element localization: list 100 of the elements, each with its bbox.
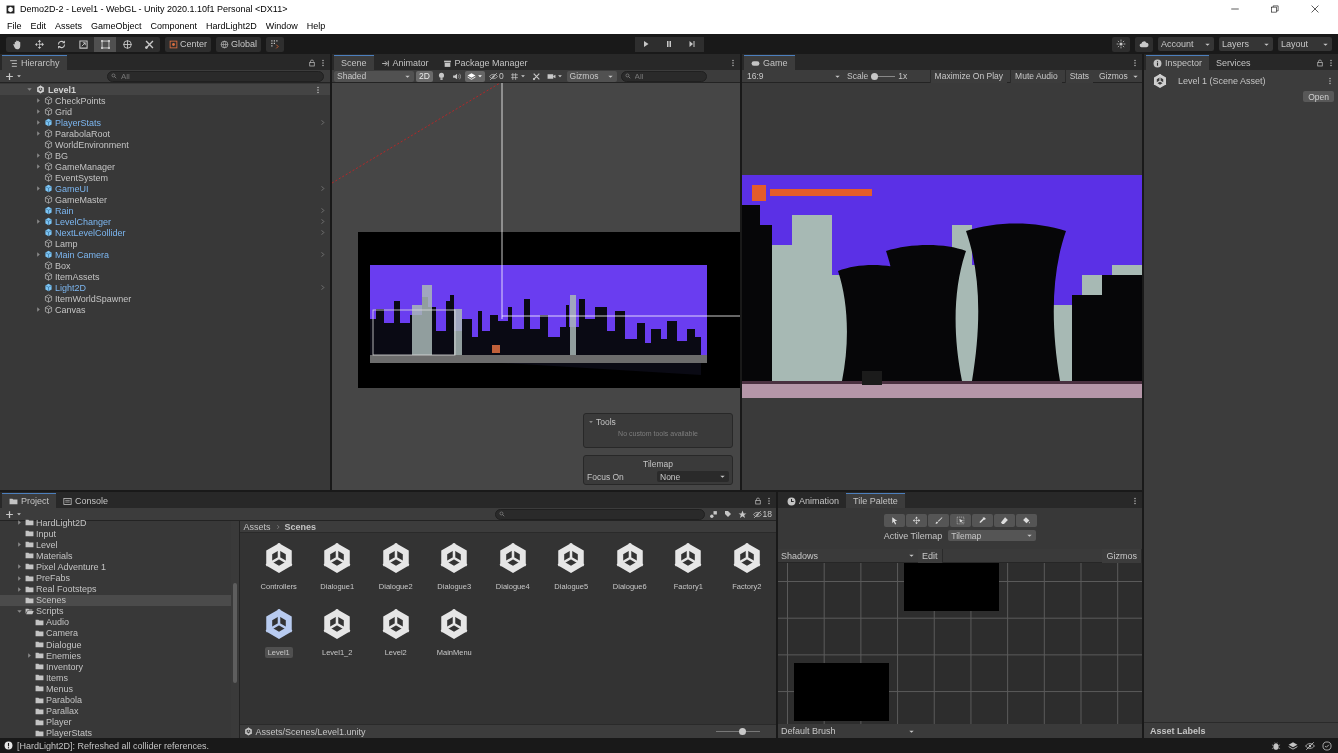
palette-tool-button[interactable] [993, 514, 1015, 527]
shading-dropdown[interactable]: Shaded [334, 70, 414, 82]
folder-item[interactable]: Enemies [10, 650, 231, 662]
search-field[interactable] [494, 508, 705, 520]
expand-arrow-icon[interactable] [35, 108, 42, 115]
folder-item[interactable]: Dialogue [10, 639, 231, 651]
aspect-dropdown[interactable]: 16:9 [744, 70, 844, 82]
focus-dropdown[interactable]: None [657, 471, 729, 482]
hierarchy-item[interactable]: LevelChanger [0, 216, 330, 227]
search-field[interactable]: All [107, 70, 324, 82]
menu-item[interactable]: Help [305, 21, 327, 31]
folder-item[interactable]: Camera [10, 627, 231, 640]
folder-item[interactable]: Materials [0, 550, 231, 562]
open-button[interactable]: Open [1303, 91, 1334, 102]
hierarchy-item[interactable]: Main Camera [0, 249, 330, 260]
palette-tool-button[interactable] [949, 514, 971, 527]
panel-tab[interactable]: Inspector [1146, 55, 1210, 70]
panel-tab[interactable]: Animation [780, 493, 847, 508]
panel-tab[interactable]: Scene [334, 55, 374, 70]
palette-tile[interactable] [904, 563, 999, 611]
expand-arrow-icon[interactable] [35, 97, 42, 104]
check-circle-icon[interactable] [1322, 740, 1332, 751]
close-icon[interactable] [1310, 4, 1320, 14]
size-slider[interactable] [716, 728, 760, 735]
folder-item[interactable]: Audio [10, 616, 231, 628]
folder-item[interactable]: Items [10, 672, 231, 684]
layers-icon[interactable] [1288, 740, 1298, 751]
expand-arrow-icon[interactable] [16, 607, 23, 615]
more-options-icon[interactable] [1131, 58, 1139, 67]
restore-icon[interactable] [1270, 4, 1280, 14]
search-field[interactable]: All [620, 70, 707, 82]
palette-tool-button[interactable] [905, 514, 927, 527]
layers-dropdown[interactable]: Layers [1219, 37, 1273, 51]
folder-item[interactable]: PlayerStats [10, 727, 231, 738]
lock-icon[interactable] [1316, 58, 1324, 67]
breadcrumb-link[interactable]: Assets [243, 521, 271, 532]
folder-item[interactable]: Input [0, 528, 231, 540]
more-options-icon[interactable] [314, 85, 322, 94]
palette-tool-button[interactable] [971, 514, 993, 527]
folder-item[interactable]: Inventory [10, 661, 231, 673]
hierarchy-item[interactable]: ItemAssets [0, 271, 330, 282]
snap-button[interactable] [266, 36, 285, 52]
hierarchy-item[interactable]: Box [0, 260, 330, 271]
panel-tab[interactable]: Tile Palette [846, 493, 905, 508]
hidden-packages-button[interactable]: 18 [750, 509, 774, 519]
folder-item[interactable]: Scripts [0, 605, 231, 617]
hierarchy-item[interactable]: EventSystem [0, 172, 330, 183]
panel-tab[interactable]: Hierarchy [2, 55, 67, 70]
more-options-icon[interactable] [1326, 77, 1334, 85]
folder-item[interactable]: Pixel Adventure 1 [0, 561, 231, 573]
more-options-icon[interactable] [319, 58, 327, 67]
folder-item[interactable]: Parallax [10, 705, 231, 717]
expand-arrow-icon[interactable] [16, 574, 23, 582]
expand-arrow-icon[interactable] [35, 251, 42, 258]
panel-tab[interactable]: Animator [373, 55, 436, 70]
expand-arrow-icon[interactable] [35, 130, 42, 137]
hierarchy-item[interactable]: ItemWorldSpawner [0, 293, 330, 304]
palette-tool-button[interactable] [927, 514, 949, 527]
lock-icon[interactable] [754, 496, 762, 505]
hierarchy-item[interactable]: CheckPoints [0, 95, 330, 106]
edit-button[interactable]: Edit [918, 548, 943, 563]
slider-thumb[interactable] [739, 728, 747, 735]
tool-button[interactable] [94, 36, 116, 52]
more-options-icon[interactable] [729, 58, 737, 67]
palette-tool-button[interactable] [1015, 514, 1037, 527]
breadcrumb-link[interactable]: Scenes [284, 521, 317, 532]
step-button[interactable] [680, 36, 704, 52]
expand-arrow-icon[interactable] [35, 218, 42, 225]
gizmos-dropdown[interactable]: Gizmos [566, 70, 617, 82]
expand-arrow-icon[interactable] [16, 563, 23, 571]
menu-item[interactable]: File [6, 21, 23, 31]
panel-tab[interactable]: Console [56, 493, 116, 508]
tilemap-dropdown[interactable]: Tilemap [948, 530, 1037, 541]
scale-slider[interactable] [871, 72, 896, 80]
hierarchy-item[interactable]: Canvas [0, 304, 330, 315]
hidden-objects-button[interactable]: 0 [486, 70, 506, 82]
menu-item[interactable]: Window [264, 21, 299, 31]
bug-icon[interactable] [1271, 740, 1281, 751]
hierarchy-item[interactable]: PlayerStats [0, 117, 330, 128]
menu-item[interactable]: Edit [29, 21, 48, 31]
menu-item[interactable]: GameObject [90, 21, 143, 31]
collapse-arrow-icon[interactable] [588, 419, 594, 425]
slider-thumb[interactable] [870, 72, 878, 80]
hierarchy-item[interactable]: Light2D [0, 282, 330, 293]
gizmos-dropdown[interactable]: Gizmos [1096, 70, 1140, 82]
expand-arrow-icon[interactable] [16, 541, 23, 549]
layout-dropdown[interactable]: Layout [1278, 37, 1332, 51]
folder-item[interactable]: Parabola [10, 694, 231, 706]
hierarchy-item[interactable]: Lamp [0, 238, 330, 249]
cloud-button[interactable] [1135, 36, 1153, 52]
space-button[interactable]: Global [216, 36, 262, 52]
expand-arrow-icon[interactable] [35, 163, 42, 170]
effects-toggle[interactable] [464, 70, 485, 82]
expand-arrow-icon[interactable] [35, 119, 42, 126]
more-options-icon[interactable] [765, 496, 773, 505]
expand-arrow-icon[interactable] [16, 519, 23, 527]
pivot-button[interactable]: Center [165, 36, 211, 52]
expand-arrow-icon[interactable] [35, 185, 42, 192]
hierarchy-item[interactable]: GameMaster [0, 194, 330, 205]
panel-tab[interactable]: Project [2, 493, 56, 508]
